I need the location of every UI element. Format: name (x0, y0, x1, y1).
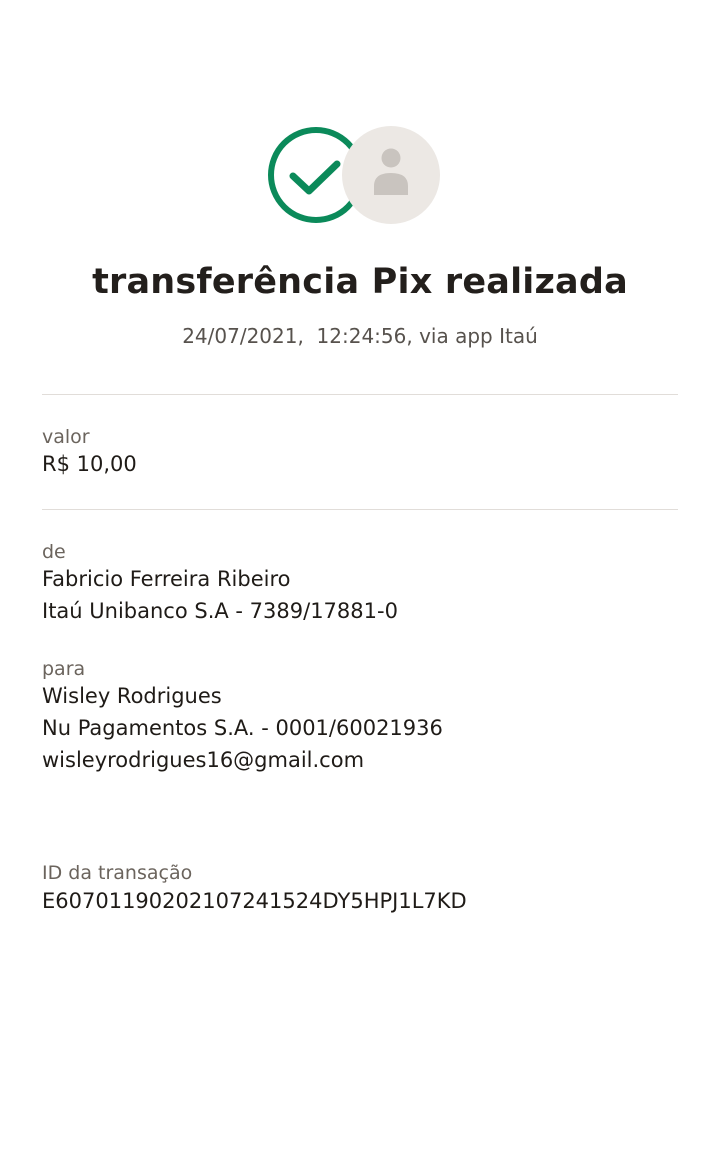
sender-bank: Itaú Unibanco S.A - 7389/17881-0 (42, 599, 398, 623)
sender-name: Fabricio Ferreira Ribeiro (42, 567, 291, 591)
recipient-name: Wisley Rodrigues (42, 684, 222, 708)
user-avatar-icon (342, 126, 440, 224)
status-icon-group (268, 126, 440, 224)
status-icons (0, 120, 720, 230)
recipient-bank: Nu Pagamentos S.A. - 0001/60021936 (42, 716, 443, 740)
divider (42, 394, 678, 395)
divider (42, 509, 678, 510)
recipient-pix-key: wisleyrodrigues16@gmail.com (42, 748, 365, 772)
transaction-id: E60701190202107241524DY5HPJ1L7KD (42, 889, 467, 913)
recipient-label: para (42, 658, 86, 680)
transaction-id-label: ID da transação (42, 862, 193, 884)
transfer-timestamp: 24/07/2021, 12:24:56, via app Itaú (182, 324, 538, 348)
page-title: transferência Pix realizada (92, 262, 628, 302)
amount-label: valor (42, 426, 90, 448)
sender-label: de (42, 541, 66, 563)
amount-value: R$ 10,00 (42, 452, 137, 476)
